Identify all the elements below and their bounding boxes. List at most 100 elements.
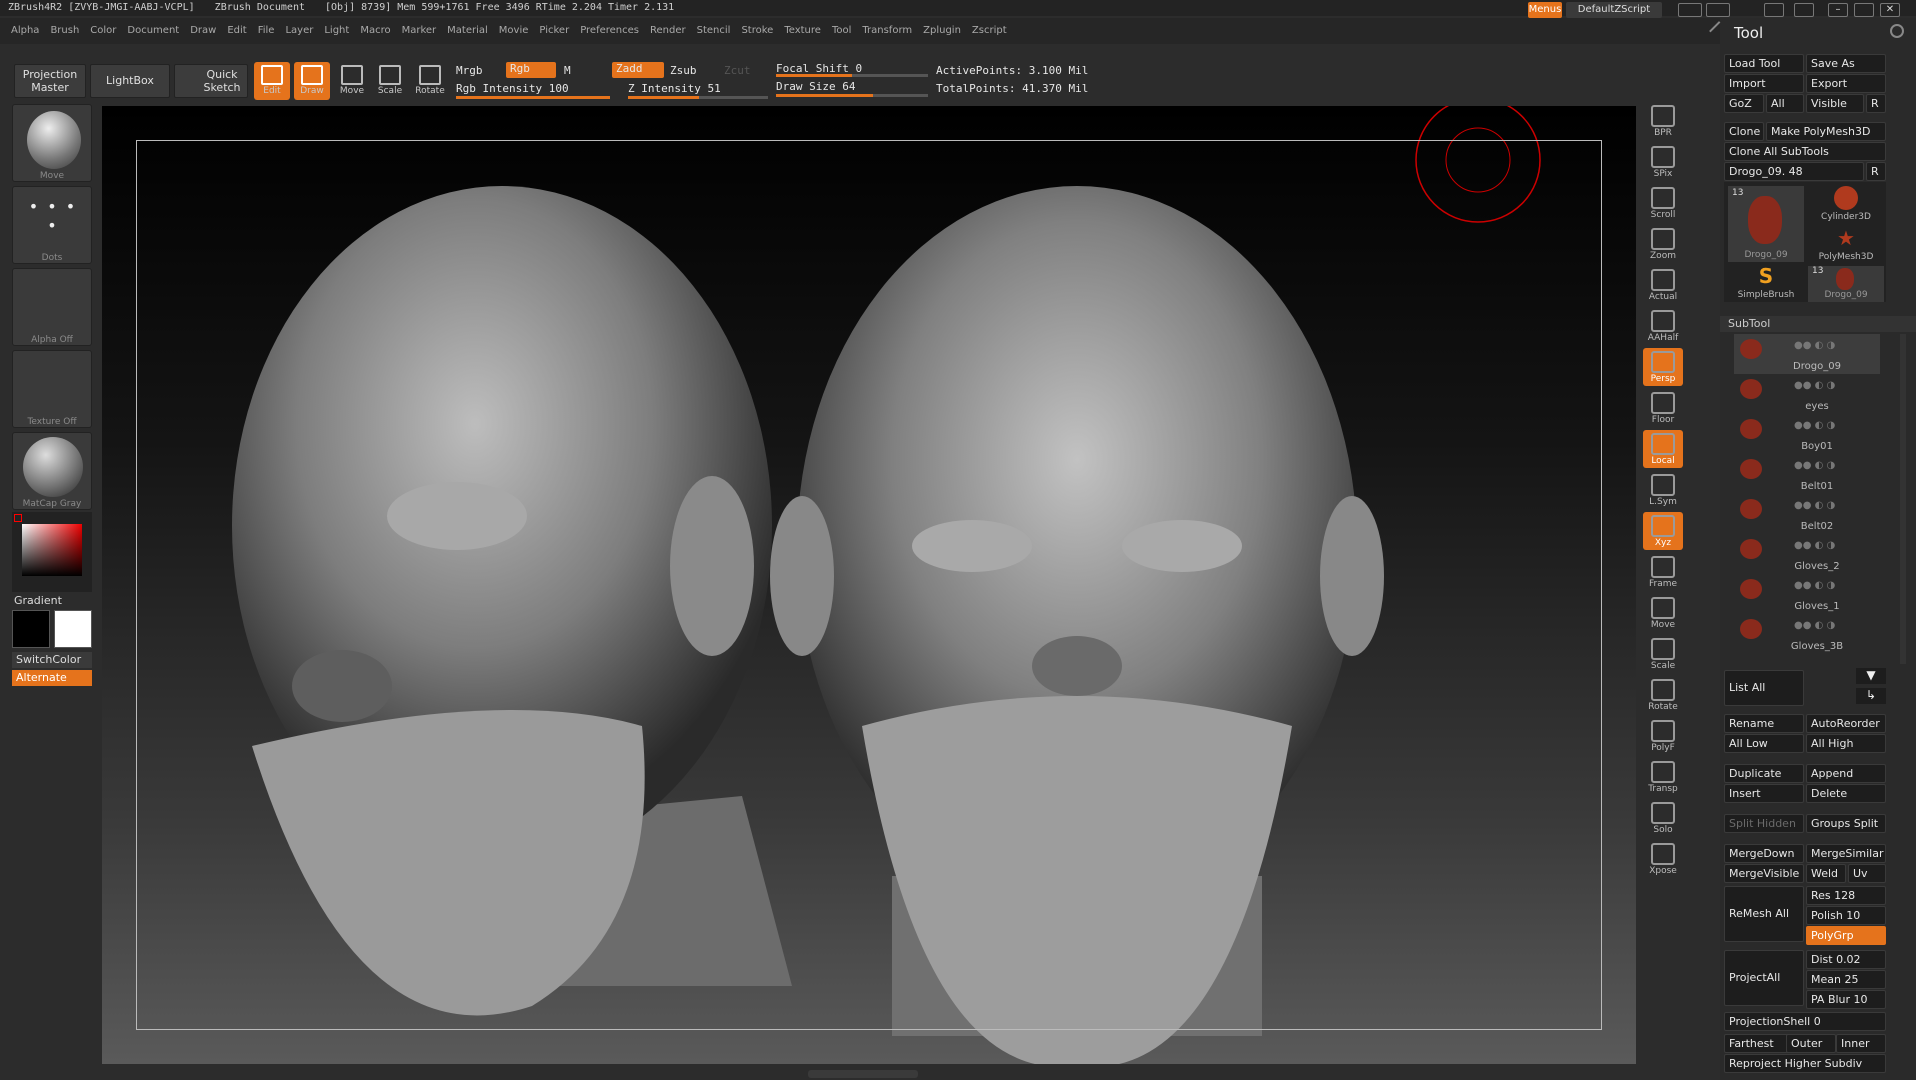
current-tool-r-button[interactable]: R bbox=[1866, 162, 1886, 181]
gradient-label[interactable]: Gradient bbox=[14, 594, 62, 607]
polygrp-toggle[interactable]: PolyGrp bbox=[1806, 926, 1886, 945]
shelf-xpose-button[interactable]: Xpose bbox=[1643, 840, 1683, 878]
shelf-scale-button[interactable]: Scale bbox=[1643, 635, 1683, 673]
zcut-toggle[interactable]: Zcut bbox=[724, 64, 751, 77]
color-square[interactable] bbox=[22, 524, 82, 576]
palette-icon[interactable] bbox=[1764, 3, 1784, 17]
menu-texture[interactable]: Texture bbox=[784, 18, 821, 44]
list-all-button[interactable]: List All bbox=[1724, 670, 1804, 706]
menu-draw[interactable]: Draw bbox=[190, 18, 216, 44]
shelf-solo-button[interactable]: Solo bbox=[1643, 799, 1683, 837]
m-toggle[interactable]: M bbox=[564, 64, 571, 77]
refresh-icon[interactable] bbox=[1890, 24, 1904, 38]
subtool-toggles-icon[interactable]: ●● ◐ ◑ bbox=[1794, 460, 1874, 472]
rgb-toggle[interactable]: Rgb bbox=[506, 62, 556, 78]
project-all-button[interactable]: ProjectAll bbox=[1724, 950, 1804, 1006]
append-button[interactable]: Append bbox=[1806, 764, 1886, 783]
zsub-toggle[interactable]: Zsub bbox=[670, 64, 697, 77]
menu-file[interactable]: File bbox=[258, 18, 275, 44]
outer-button[interactable]: Outer bbox=[1786, 1034, 1836, 1053]
draw-size-slider[interactable] bbox=[776, 94, 928, 97]
rgb-intensity-slider[interactable] bbox=[456, 96, 610, 99]
shelf-persp-button[interactable]: Persp bbox=[1643, 348, 1683, 386]
mrgb-toggle[interactable]: Mrgb bbox=[456, 64, 483, 77]
remesh-all-button[interactable]: ReMesh All bbox=[1724, 886, 1804, 942]
current-tool-slider[interactable]: Drogo_09. 48 bbox=[1724, 162, 1864, 181]
split-hidden-button[interactable]: Split Hidden bbox=[1724, 814, 1804, 833]
subtool-toggles-icon[interactable]: ●● ◐ ◑ bbox=[1794, 580, 1874, 592]
subtool-toggles-icon[interactable]: ●● ◐ ◑ bbox=[1794, 500, 1874, 512]
insert-button[interactable]: Insert bbox=[1724, 784, 1804, 803]
shelf-local-button[interactable]: Local bbox=[1643, 430, 1683, 468]
subtool-row[interactable]: ●● ◐ ◑ Gloves_1 bbox=[1734, 574, 1880, 614]
subtool-row[interactable]: ●● ◐ ◑ eyes bbox=[1734, 374, 1880, 414]
inner-button[interactable]: Inner bbox=[1836, 1034, 1886, 1053]
load-tool-button[interactable]: Load Tool bbox=[1724, 54, 1804, 73]
subtool-row[interactable]: ●● ◐ ◑ Boy01 bbox=[1734, 414, 1880, 454]
arrow-down-icon[interactable]: ▼ bbox=[1856, 668, 1886, 684]
minimize-icon[interactable]: – bbox=[1828, 3, 1848, 17]
shelf-aahalf-button[interactable]: AAHalf bbox=[1643, 307, 1683, 345]
menu-stroke[interactable]: Stroke bbox=[741, 18, 773, 44]
menu-movie[interactable]: Movie bbox=[499, 18, 529, 44]
subtool-row[interactable]: ●● ◐ ◑ Gloves_2 bbox=[1734, 534, 1880, 574]
polish-slider[interactable]: Polish 10 bbox=[1806, 906, 1886, 925]
subtool-row[interactable]: ●● ◐ ◑ Belt02 bbox=[1734, 494, 1880, 534]
menu-light[interactable]: Light bbox=[324, 18, 349, 44]
thumb-polymesh[interactable]: ★ PolyMesh3D bbox=[1808, 226, 1884, 264]
edit-button[interactable]: Edit bbox=[254, 62, 290, 100]
subtool-toggles-icon[interactable]: ●● ◐ ◑ bbox=[1794, 340, 1874, 352]
switchcolor-button[interactable]: SwitchColor bbox=[12, 652, 92, 668]
menu-render[interactable]: Render bbox=[650, 18, 686, 44]
brush-slot[interactable]: Move bbox=[12, 104, 92, 182]
subtool-toggles-icon[interactable]: ●● ◐ ◑ bbox=[1794, 540, 1874, 552]
secondary-color-swatch[interactable] bbox=[54, 610, 92, 648]
menu-marker[interactable]: Marker bbox=[402, 18, 437, 44]
stroke-slot[interactable]: • • • • Dots bbox=[12, 186, 92, 264]
mean-slider[interactable]: Mean 25 bbox=[1806, 970, 1886, 989]
shelf-spix-button[interactable]: SPix bbox=[1643, 143, 1683, 181]
lock-icon[interactable] bbox=[1794, 3, 1814, 17]
clone-all-subtools-button[interactable]: Clone All SubTools bbox=[1724, 142, 1886, 161]
primary-color-swatch[interactable] bbox=[12, 610, 50, 648]
alternate-button[interactable]: Alternate bbox=[12, 670, 92, 686]
shelf-rotate-button[interactable]: Rotate bbox=[1643, 676, 1683, 714]
visible-button[interactable]: Visible bbox=[1806, 94, 1864, 113]
scale-button[interactable]: Scale bbox=[372, 62, 408, 100]
menu-transform[interactable]: Transform bbox=[862, 18, 912, 44]
shelf-actual-button[interactable]: Actual bbox=[1643, 266, 1683, 304]
groups-split-button[interactable]: Groups Split bbox=[1806, 814, 1886, 833]
menu-tool[interactable]: Tool bbox=[832, 18, 851, 44]
canvas-scroll-handle[interactable] bbox=[808, 1070, 918, 1078]
layout-toggle-icon[interactable] bbox=[1706, 3, 1730, 17]
menu-brush[interactable]: Brush bbox=[50, 18, 79, 44]
res-slider[interactable]: Res 128 bbox=[1806, 886, 1886, 905]
close-icon[interactable]: ✕ bbox=[1880, 3, 1900, 17]
alpha-slot[interactable]: Alpha Off bbox=[12, 268, 92, 346]
quick-sketch-button[interactable]: Quick Sketch bbox=[174, 64, 248, 98]
menu-zplugin[interactable]: Zplugin bbox=[923, 18, 961, 44]
mergevisible-button[interactable]: MergeVisible bbox=[1724, 864, 1804, 883]
thumb-drogo-main[interactable]: 13 Drogo_09 bbox=[1728, 186, 1804, 262]
export-button[interactable]: Export bbox=[1806, 74, 1886, 93]
menu-macro[interactable]: Macro bbox=[360, 18, 390, 44]
all-low-button[interactable]: All Low bbox=[1724, 734, 1804, 753]
subtool-toggles-icon[interactable]: ●● ◐ ◑ bbox=[1794, 420, 1874, 432]
goz-button[interactable]: GoZ bbox=[1724, 94, 1764, 113]
arrow-corner-icon[interactable]: ↳ bbox=[1856, 688, 1886, 704]
save-as-button[interactable]: Save As bbox=[1806, 54, 1886, 73]
default-zscript-button[interactable]: DefaultZScript bbox=[1566, 2, 1662, 18]
z-intensity-slider[interactable] bbox=[628, 96, 768, 99]
zadd-toggle[interactable]: Zadd bbox=[612, 62, 664, 78]
dist-slider[interactable]: Dist 0.02 bbox=[1806, 950, 1886, 969]
duplicate-button[interactable]: Duplicate bbox=[1724, 764, 1804, 783]
subtool-row[interactable]: ●● ◐ ◑ Drogo_09 bbox=[1734, 334, 1880, 374]
all-high-button[interactable]: All High bbox=[1806, 734, 1886, 753]
menu-preferences[interactable]: Preferences bbox=[580, 18, 639, 44]
autoreorder-button[interactable]: AutoReorder bbox=[1806, 714, 1886, 733]
subtool-toggles-icon[interactable]: ●● ◐ ◑ bbox=[1794, 380, 1874, 392]
menu-edit[interactable]: Edit bbox=[227, 18, 246, 44]
menu-stencil[interactable]: Stencil bbox=[697, 18, 731, 44]
r-button[interactable]: R bbox=[1866, 94, 1886, 113]
mergedown-button[interactable]: MergeDown bbox=[1724, 844, 1804, 863]
